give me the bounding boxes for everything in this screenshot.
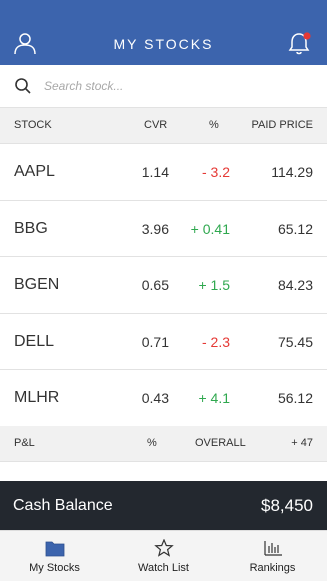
app-header: MY STOCKS — [0, 0, 327, 65]
bottom-tab-bar: My Stocks Watch List Rankings — [0, 530, 327, 581]
table-row[interactable]: AAPL 1.14 - 3.2 114.29 — [0, 144, 327, 201]
stock-symbol: BGEN — [14, 276, 60, 293]
stock-pct-change: + 1.5 — [198, 277, 230, 293]
stock-pct-change: + 4.1 — [198, 390, 230, 406]
cash-balance-label: Cash Balance — [13, 497, 113, 514]
stock-paid-price: 56.12 — [277, 390, 313, 406]
star-icon — [153, 539, 174, 557]
table-row[interactable]: BGEN 0.65 + 1.5 84.23 — [0, 257, 327, 314]
cash-balance-bar: Cash Balance $8,450 — [0, 481, 327, 530]
bell-icon[interactable] — [287, 30, 313, 56]
stock-pct-change: + 0.41 — [190, 220, 230, 237]
cash-balance-value: $8,450 — [261, 496, 313, 515]
stock-cvr: 3.96 — [141, 220, 169, 237]
pl-label: P&L — [14, 437, 35, 449]
table-row[interactable]: MLHR 0.43 + 4.1 56.12 — [0, 370, 327, 427]
page-title: MY STOCKS — [113, 36, 214, 52]
column-paid-price[interactable]: PAID PRICE — [251, 119, 313, 131]
stock-paid-price: 84.23 — [277, 277, 313, 293]
stock-cvr: 0.65 — [141, 277, 169, 293]
notification-dot — [303, 32, 311, 40]
tab-label: Watch List — [138, 562, 189, 574]
pl-overall-label: OVERALL — [195, 437, 246, 449]
stock-cvr: 1.14 — [141, 164, 169, 180]
search-bar — [0, 65, 327, 108]
stock-cvr: 0.71 — [141, 333, 169, 350]
stock-list: AAPL 1.14 - 3.2 114.29 BBG 3.96 + 0.41 6… — [0, 144, 327, 427]
stock-symbol: MLHR — [14, 389, 60, 406]
stock-paid-price: 75.45 — [277, 333, 313, 350]
column-cvr[interactable]: CVR — [144, 119, 167, 131]
folder-icon — [45, 541, 64, 557]
tab-rankings[interactable]: Rankings — [218, 531, 327, 581]
stock-paid-price: 65.12 — [277, 220, 313, 237]
search-input[interactable] — [44, 76, 304, 96]
tab-label: My Stocks — [29, 562, 80, 574]
stock-pct-change: - 3.2 — [201, 164, 230, 180]
pl-summary-row: P&L % OVERALL + 47 — [0, 426, 327, 462]
tab-label: Rankings — [249, 562, 296, 574]
table-row[interactable]: DELL 0.71 - 2.3 75.45 — [0, 313, 327, 370]
column-stock[interactable]: STOCK — [14, 119, 52, 131]
tab-my-stocks[interactable]: My Stocks — [0, 531, 109, 581]
stock-symbol: AAPL — [14, 163, 55, 180]
stock-symbol: DELL — [14, 332, 55, 350]
tab-watch-list[interactable]: Watch List — [109, 531, 218, 581]
stock-pct-change: - 2.3 — [201, 333, 230, 350]
table-header: STOCK CVR % PAID PRICE — [0, 108, 327, 144]
pl-pct-label: % — [147, 437, 157, 449]
table-row[interactable]: BBG 3.96 + 0.41 65.12 — [0, 200, 327, 257]
search-icon — [15, 78, 31, 94]
pl-overall-value: + 47 — [291, 437, 313, 449]
stock-paid-price: 114.29 — [271, 164, 313, 180]
column-pct[interactable]: % — [209, 119, 219, 131]
stock-symbol: BBG — [14, 219, 48, 237]
stock-cvr: 0.43 — [141, 390, 169, 406]
bar-chart-icon — [263, 541, 282, 556]
